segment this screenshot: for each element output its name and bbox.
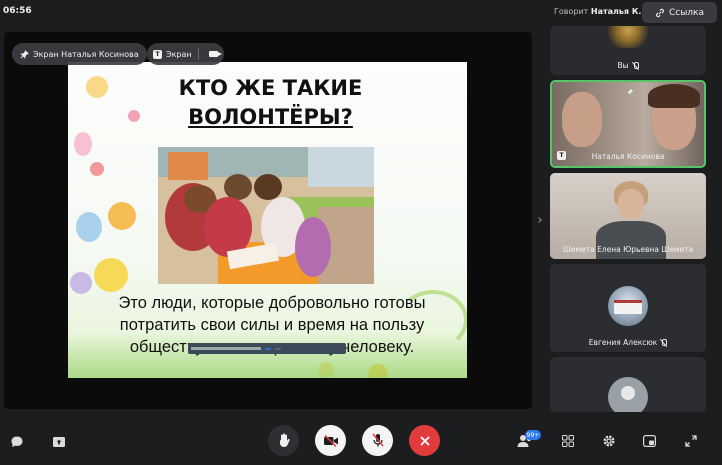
participant-face: [618, 189, 644, 219]
mic-off-icon: [632, 61, 639, 70]
speaking-prefix: Говорит: [554, 7, 589, 16]
top-bar: 06:56 Говорит Наталья К. Ссылка: [0, 0, 722, 26]
self-video-thumb: [606, 26, 650, 48]
participant-tile-unknown[interactable]: [550, 357, 706, 412]
avatar-building: [614, 300, 642, 314]
clock: 06:56: [3, 6, 32, 16]
pin-icon[interactable]: [626, 88, 634, 96]
chat-icon[interactable]: [9, 434, 25, 450]
participant-tile-shemeta[interactable]: Шемета Елена Юрьевна Шемета: [550, 173, 706, 259]
notice-action[interactable]: [265, 347, 271, 350]
children-photo-image: [158, 147, 374, 284]
mic-off-icon: [660, 338, 668, 347]
settings-icon[interactable]: [601, 433, 616, 448]
link-icon: [656, 8, 664, 17]
decor-flower-pink: [74, 132, 92, 156]
screen-source-chip[interactable]: T Экран: [147, 43, 224, 65]
slide-body-line1: Это люди, которые добровольно готовы: [118, 294, 426, 312]
raise-hand-icon: [279, 433, 290, 447]
screen-owner-chip[interactable]: Экран Наталья Косинова: [12, 43, 147, 65]
screen-source-label: Экран: [166, 49, 192, 59]
link-label: Ссылка: [668, 7, 705, 18]
grid-layout-icon[interactable]: [561, 434, 575, 448]
decor-flower-purple: [70, 272, 92, 294]
slide-title: КТО ЖЕ ТАКИЕ ВОЛОНТЁРЫ?: [163, 74, 378, 132]
camera-icon[interactable]: [208, 51, 222, 57]
speaking-name: Наталья К.: [590, 7, 642, 16]
slide-body-line2: потратить свои силы и время на пользу: [119, 316, 425, 334]
participant-name-evgeniya: Евгения Алексюк: [550, 338, 706, 347]
share-screen-icon[interactable]: [51, 434, 67, 450]
end-call-icon: [419, 435, 430, 446]
decor-flower-blue: [76, 212, 102, 242]
participant-name-self: Вы: [550, 61, 706, 70]
slide-title-line2: ВОЛОНТЁРЫ?: [188, 105, 353, 129]
decor-flower-yellow-2: [94, 258, 128, 292]
mic-off-icon: [371, 433, 384, 447]
chevron-right-icon[interactable]: ›: [535, 212, 545, 228]
mic-toggle-button[interactable]: [362, 425, 393, 456]
end-call-button[interactable]: [409, 425, 440, 456]
participant-tile-natalya[interactable]: T Наталья Косинова: [550, 80, 706, 168]
participant-name-natalya: Наталья Косинова: [591, 152, 665, 161]
speaking-indicator: Говорит Наталья К.: [554, 7, 641, 16]
pin-icon: [20, 49, 29, 59]
decor-flower-orange: [108, 202, 136, 230]
participant-tile-self[interactable]: Вы: [550, 26, 706, 75]
screen-share-stage[interactable]: КТО ЖЕ ТАКИЕ ВОЛОНТЁРЫ? Это люди, которы…: [4, 32, 532, 409]
participant-hair-right: [648, 84, 700, 108]
screen-share-icon: T: [153, 49, 162, 59]
presentation-slide: КТО ЖЕ ТАКИЕ ВОЛОНТЁРЫ? Это люди, которы…: [68, 62, 467, 378]
decor-flower-red: [90, 162, 104, 176]
picture-in-picture-icon[interactable]: [642, 434, 656, 448]
raise-hand-button[interactable]: [268, 425, 299, 456]
camera-toggle-button[interactable]: [315, 425, 346, 456]
participant-tile-evgeniya[interactable]: Евгения Алексюк: [550, 264, 706, 352]
divider: [197, 48, 199, 60]
participant-face-left: [562, 92, 602, 147]
slide-title-line1: КТО ЖЕ ТАКИЕ: [178, 76, 363, 100]
screen-share-notice: [188, 343, 346, 354]
copy-link-button[interactable]: Ссылка: [642, 2, 717, 23]
participant-name-shemeta: Шемета Елена Юрьевна Шемета: [562, 245, 694, 254]
decor-flower-red-2: [128, 110, 140, 122]
participants-count-badge: 99+: [525, 430, 541, 440]
slide-photo: [158, 147, 374, 284]
avatar-head: [621, 386, 635, 400]
camera-off-icon: [323, 434, 338, 447]
screen-owner-label: Экран Наталья Косинова: [33, 49, 139, 59]
notice-hide[interactable]: [275, 347, 281, 350]
fullscreen-icon[interactable]: [684, 434, 698, 448]
decor-flower-yellow: [86, 76, 108, 98]
